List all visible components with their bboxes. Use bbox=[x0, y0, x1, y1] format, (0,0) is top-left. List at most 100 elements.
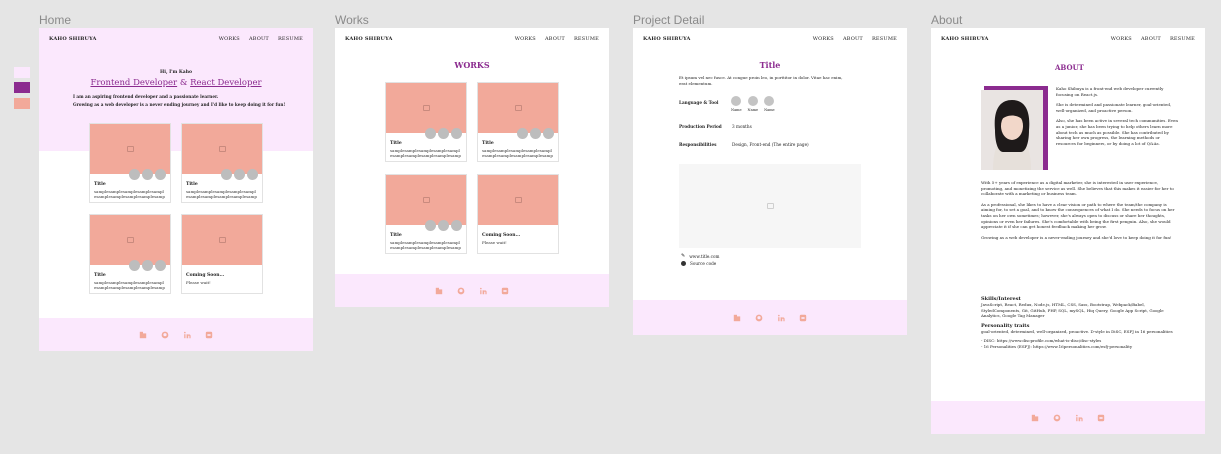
github-icon[interactable] bbox=[457, 287, 465, 295]
project-card[interactable]: Title samplesamplesamplesamplesamplesamp… bbox=[89, 214, 171, 294]
site-link-text: www.title.com bbox=[689, 253, 720, 259]
tech-badge bbox=[425, 128, 436, 139]
tool-item: Name bbox=[748, 96, 758, 112]
linkedin-icon[interactable] bbox=[777, 314, 785, 322]
blog-icon[interactable] bbox=[435, 287, 443, 295]
nav-works[interactable]: WORKS bbox=[1111, 36, 1132, 42]
color-swatch-purple[interactable] bbox=[14, 82, 30, 93]
tool-icon bbox=[764, 96, 775, 106]
role-frontend: Frontend Developer bbox=[90, 78, 178, 88]
blog-icon[interactable] bbox=[1031, 414, 1039, 422]
project-card[interactable]: Title samplesamplesamplesamplesamplesamp… bbox=[385, 82, 467, 162]
project-card[interactable]: Title samplesamplesamplesamplesamplesamp… bbox=[181, 123, 263, 203]
tech-badge bbox=[530, 128, 541, 139]
github-icon[interactable] bbox=[755, 314, 763, 322]
card-title: Title bbox=[94, 273, 106, 278]
card-desc: samplesamplesamplesamplesamplesamplesamp… bbox=[186, 189, 257, 200]
nav-about[interactable]: ABOUT bbox=[843, 36, 863, 42]
personalities-link[interactable]: - 16 Personalities (ESFJ): https://www.1… bbox=[981, 344, 1181, 350]
brand-logo[interactable]: KAHO SHIBUYA bbox=[941, 36, 989, 42]
image-icon bbox=[127, 146, 134, 152]
project-card[interactable]: Title samplesamplesamplesamplesamplesamp… bbox=[385, 174, 467, 254]
tech-badge bbox=[142, 260, 153, 271]
coming-soon-card[interactable]: Coming Soon... Please wait! bbox=[181, 214, 263, 294]
card-desc: samplesamplesamplesamplesamplesamplesamp… bbox=[94, 280, 165, 291]
nav-about[interactable]: ABOUT bbox=[1141, 36, 1161, 42]
about-p1: Kaho Shibuya is a front-end web develope… bbox=[1056, 86, 1164, 97]
navbar: KAHO SHIBUYA WORKS ABOUT RESUME bbox=[39, 28, 313, 50]
about-p2: She is determined and passionate learner… bbox=[1056, 102, 1172, 113]
tech-badge bbox=[438, 128, 449, 139]
frame-home[interactable]: KAHO SHIBUYA WORKS ABOUT RESUME Hi, I'm Ka… bbox=[39, 28, 313, 351]
skills-list: JavaScript, React, Redux, Node.js, HTML,… bbox=[981, 302, 1164, 319]
nav-works[interactable]: WORKS bbox=[515, 36, 536, 42]
image-icon bbox=[767, 203, 774, 209]
period-value: 3 months bbox=[732, 124, 752, 129]
wantedly-icon[interactable] bbox=[501, 287, 509, 295]
nav-about[interactable]: ABOUT bbox=[249, 36, 269, 42]
image-icon bbox=[219, 237, 226, 243]
responsibilities-value: Design, Front-end (The entire page) bbox=[732, 142, 809, 147]
source-link[interactable]: Source code bbox=[681, 261, 716, 266]
frame-works[interactable]: KAHO SHIBUYA WORKS ABOUT RESUME WORKS Titl… bbox=[335, 28, 609, 307]
card-title: Title bbox=[186, 182, 198, 187]
github-icon[interactable] bbox=[161, 331, 169, 339]
card-desc: samplesamplesamplesamplesamplesamplesamp… bbox=[390, 240, 461, 251]
card-title: Coming Soon... bbox=[186, 273, 225, 278]
coming-soon-card[interactable]: Coming Soon... Please wait! bbox=[477, 174, 559, 254]
linkedin-icon[interactable] bbox=[479, 287, 487, 295]
tool-icon bbox=[731, 96, 742, 106]
traits-text: goal-oriented, determined, well-organize… bbox=[981, 328, 1173, 334]
period-label: Production Period bbox=[679, 124, 722, 129]
tech-badge bbox=[234, 169, 245, 180]
project-card[interactable]: Title samplesamplesamplesamplesamplesamp… bbox=[89, 123, 171, 203]
card-thumbnail bbox=[182, 215, 262, 265]
tech-badge bbox=[221, 169, 232, 180]
navbar: KAHO SHIBUYA WORKS ABOUT RESUME bbox=[633, 28, 907, 50]
color-swatch-salmon[interactable] bbox=[14, 98, 30, 109]
frame-label-about: About bbox=[931, 13, 963, 27]
skills-section: Skills/Interest JavaScript, React, Redux… bbox=[981, 296, 1181, 350]
brand-logo[interactable]: KAHO SHIBUYA bbox=[345, 36, 393, 42]
site-link[interactable]: ✎ www.title.com bbox=[681, 253, 719, 259]
nav-resume[interactable]: RESUME bbox=[278, 36, 303, 42]
nav-works[interactable]: WORKS bbox=[813, 36, 834, 42]
nav-resume[interactable]: RESUME bbox=[872, 36, 897, 42]
card-thumbnail bbox=[386, 83, 466, 139]
navbar: KAHO SHIBUYA WORKS ABOUT RESUME bbox=[335, 28, 609, 50]
linkedin-icon[interactable] bbox=[183, 331, 191, 339]
github-icon[interactable] bbox=[1053, 414, 1061, 422]
card-title: Title bbox=[482, 141, 494, 146]
card-thumbnail bbox=[90, 124, 170, 180]
brand-logo[interactable]: KAHO SHIBUYA bbox=[49, 36, 97, 42]
tool-list: Name Name Name bbox=[731, 96, 775, 112]
wantedly-icon[interactable] bbox=[799, 314, 807, 322]
page-title: WORKS bbox=[454, 60, 490, 70]
nav-works[interactable]: WORKS bbox=[219, 36, 240, 42]
project-card[interactable]: Title samplesamplesamplesamplesamplesamp… bbox=[477, 82, 559, 162]
hero-heading: Frontend Developer & React Developer bbox=[39, 78, 313, 88]
card-desc: Please wait! bbox=[186, 280, 211, 285]
blog-icon[interactable] bbox=[733, 314, 741, 322]
tech-badge bbox=[247, 169, 258, 180]
brand-logo[interactable]: KAHO SHIBUYA bbox=[643, 36, 691, 42]
tech-badge bbox=[155, 169, 166, 180]
about-p4: With 5+ years of experience as a digital… bbox=[981, 180, 1174, 197]
wantedly-icon[interactable] bbox=[1097, 414, 1105, 422]
nav-resume[interactable]: RESUME bbox=[574, 36, 599, 42]
responsibilities-label: Responsibilities bbox=[679, 142, 717, 147]
blog-icon[interactable] bbox=[139, 331, 147, 339]
color-swatch-light-pink[interactable] bbox=[14, 67, 30, 78]
frame-label-works: Works bbox=[335, 13, 369, 27]
intro-line-1: I am an aspiring frontend developer and … bbox=[73, 94, 219, 99]
about-p6: Growing as a web developer is a never-en… bbox=[981, 234, 1172, 240]
frame-about[interactable]: KAHO SHIBUYA WORKS ABOUT RESUME ABOUT Kaho… bbox=[931, 28, 1205, 434]
card-desc: samplesamplesamplesamplesamplesamplesamp… bbox=[390, 148, 461, 159]
wantedly-icon[interactable] bbox=[205, 331, 213, 339]
linkedin-icon[interactable] bbox=[1075, 414, 1083, 422]
tool-item: Name bbox=[731, 96, 742, 112]
nav-resume[interactable]: RESUME bbox=[1170, 36, 1195, 42]
tech-badge bbox=[451, 220, 462, 231]
frame-project-detail[interactable]: KAHO SHIBUYA WORKS ABOUT RESUME Title Et i… bbox=[633, 28, 907, 335]
nav-about[interactable]: ABOUT bbox=[545, 36, 565, 42]
